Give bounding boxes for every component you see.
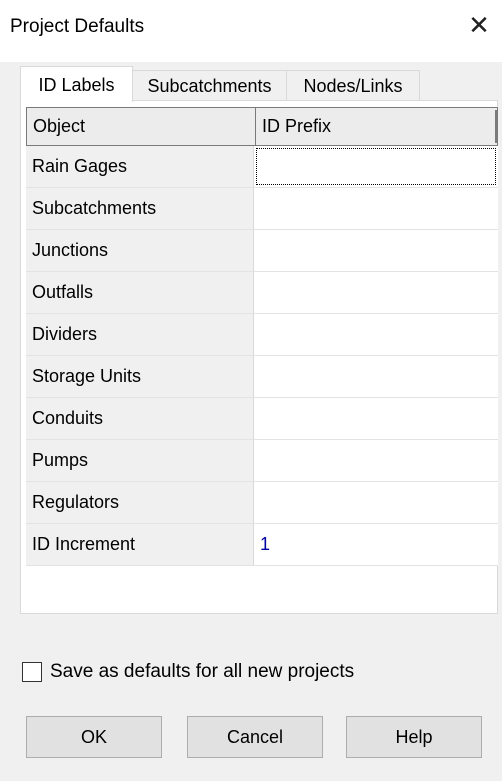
save-defaults-checkbox[interactable]	[22, 662, 42, 682]
row-label: ID Increment	[26, 524, 254, 565]
grid-header: Object ID Prefix	[26, 107, 498, 146]
prefix-cell[interactable]	[254, 230, 498, 271]
table-row: Conduits	[26, 398, 498, 440]
table-row: Dividers	[26, 314, 498, 356]
close-icon[interactable]: ✕	[464, 10, 494, 40]
table-row: Storage Units	[26, 356, 498, 398]
row-label: Outfalls	[26, 272, 254, 313]
tab-subcatchments[interactable]: Subcatchments	[132, 70, 287, 100]
help-button[interactable]: Help	[346, 716, 482, 758]
prefix-cell[interactable]	[254, 272, 498, 313]
prefix-cell[interactable]	[254, 146, 498, 187]
table-row: Junctions	[26, 230, 498, 272]
table-row: ID Increment 1	[26, 524, 498, 566]
row-label: Conduits	[26, 398, 254, 439]
table-row: Pumps	[26, 440, 498, 482]
table-row: Rain Gages	[26, 146, 498, 188]
tab-nodes-links[interactable]: Nodes/Links	[286, 70, 420, 100]
row-label: Pumps	[26, 440, 254, 481]
ok-button[interactable]: OK	[26, 716, 162, 758]
row-label: Dividers	[26, 314, 254, 355]
tab-id-labels[interactable]: ID Labels	[20, 66, 133, 102]
id-increment-cell[interactable]: 1	[254, 524, 498, 565]
header-id-prefix[interactable]: ID Prefix	[255, 108, 497, 145]
row-label: Storage Units	[26, 356, 254, 397]
prefix-cell[interactable]	[254, 482, 498, 523]
row-label: Junctions	[26, 230, 254, 271]
save-defaults-label[interactable]: Save as defaults for all new projects	[50, 660, 354, 684]
prefix-cell[interactable]	[254, 188, 498, 229]
row-label: Rain Gages	[26, 146, 254, 187]
window-title: Project Defaults	[10, 16, 145, 37]
table-row: Outfalls	[26, 272, 498, 314]
prefix-cell[interactable]	[254, 440, 498, 481]
table-row: Regulators	[26, 482, 498, 524]
table-row: Subcatchments	[26, 188, 498, 230]
title-bar: Project Defaults ✕	[0, 0, 502, 62]
row-label: Regulators	[26, 482, 254, 523]
cancel-button[interactable]: Cancel	[187, 716, 323, 758]
prefix-cell[interactable]	[254, 356, 498, 397]
prefix-cell[interactable]	[254, 398, 498, 439]
row-label: Subcatchments	[26, 188, 254, 229]
prefix-cell[interactable]	[254, 314, 498, 355]
header-object[interactable]: Object	[27, 108, 255, 145]
